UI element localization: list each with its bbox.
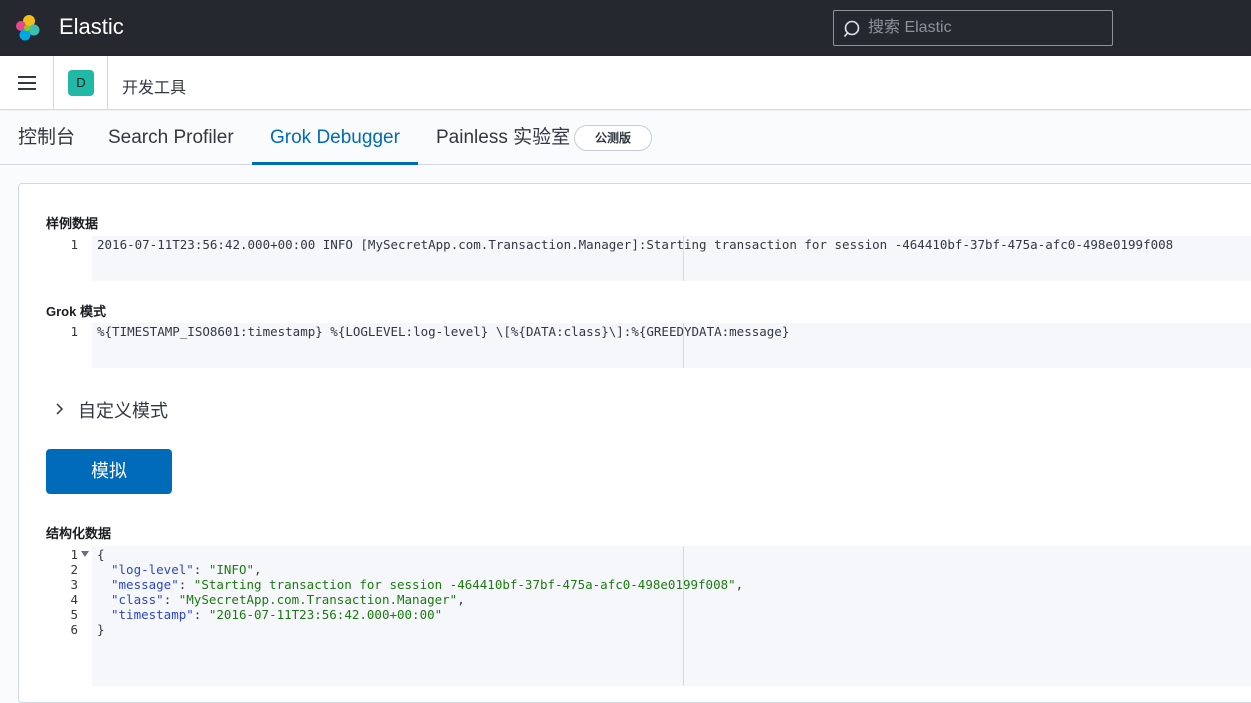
json-value: "2016-07-11T23:56:42.000+00:00": [208, 607, 443, 622]
structured-data-label: 结构化数据: [46, 526, 112, 541]
search-icon: [843, 20, 860, 38]
json-field-row: "message": "Starting transaction for ses…: [111, 577, 744, 592]
tab-console[interactable]: 控制台: [18, 111, 75, 165]
global-search[interactable]: [833, 10, 1113, 46]
tab-painless-lab[interactable]: Painless 实验室: [436, 111, 570, 165]
json-field-row: "class": "MySecretApp.com.Transaction.Ma…: [111, 592, 465, 607]
space-avatar: D: [68, 70, 94, 96]
hamburger-icon: [18, 82, 36, 84]
json-key: "timestamp": [111, 607, 194, 622]
chevron-right-icon: [56, 403, 64, 415]
hamburger-icon: [18, 76, 36, 78]
tab-search-profiler[interactable]: Search Profiler: [108, 111, 234, 165]
top-header: Elastic: [0, 0, 1251, 56]
json-sep: ,: [735, 577, 744, 592]
json-field-row: "timestamp": "2016-07-11T23:56:42.000+00…: [111, 607, 443, 622]
code-line: 2016-07-11T23:56:42.000+00:00 INFO [MySe…: [97, 237, 1174, 252]
fold-caret-icon[interactable]: [81, 551, 89, 557]
elastic-logo-icon[interactable]: [13, 14, 42, 43]
json-key: "class": [111, 592, 164, 607]
navbar: D 开发工具: [0, 56, 1251, 110]
json-value: "INFO": [208, 562, 255, 577]
grok-pattern-editor[interactable]: 1 %{TIMESTAMP_ISO8601:timestamp} %{LOGLE…: [46, 323, 1251, 368]
line-number: 6: [70, 622, 78, 637]
json-field-row: "log-level": "INFO",: [111, 562, 262, 577]
json-value: "MySecretApp.com.Transaction.Manager": [178, 592, 458, 607]
json-sep: ,: [254, 562, 262, 577]
json-key: "message": [111, 577, 179, 592]
print-margin: [683, 546, 684, 686]
code-line: {: [97, 547, 105, 562]
json-key: "log-level": [111, 562, 194, 577]
code-line: %{TIMESTAMP_ISO8601:timestamp} %{LOGLEVE…: [97, 324, 790, 339]
line-number: 2: [70, 562, 78, 577]
simulate-button[interactable]: 模拟: [46, 449, 172, 494]
json-value: "Starting transaction for session -46441…: [193, 577, 736, 592]
space-selector[interactable]: D: [54, 56, 108, 110]
code-line: }: [97, 622, 105, 637]
grok-pattern-label: Grok 模式: [46, 304, 106, 319]
editor-gutter: 1 2 3 4 5 6: [46, 546, 92, 686]
structured-data-editor: 1 2 3 4 5 6 { "log-level": "INFO", "mess…: [46, 546, 1251, 686]
hamburger-icon: [18, 88, 36, 90]
dev-tools-tabs: 控制台 Search Profiler Grok Debugger Painle…: [0, 111, 1251, 165]
search-input[interactable]: [868, 11, 1108, 45]
sample-data-editor[interactable]: 1 2016-07-11T23:56:42.000+00:00 INFO [My…: [46, 236, 1251, 281]
line-number: 3: [70, 577, 78, 592]
sample-data-label: 样例数据: [46, 216, 99, 231]
line-number: 5: [70, 607, 78, 622]
editor-gutter: 1: [46, 323, 92, 368]
beta-badge: 公测版: [574, 125, 652, 151]
line-number: 1: [70, 237, 78, 252]
active-tab-indicator: [252, 162, 418, 165]
json-sep: ,: [457, 592, 465, 607]
line-number: 4: [70, 592, 78, 607]
line-number: 1: [70, 547, 78, 562]
line-number: 1: [70, 324, 78, 339]
tab-grok-debugger[interactable]: Grok Debugger: [270, 111, 400, 165]
custom-patterns-label: 自定义模式: [78, 401, 168, 421]
breadcrumb: 开发工具: [122, 80, 187, 97]
menu-button[interactable]: [0, 56, 54, 110]
brand-name[interactable]: Elastic: [59, 14, 124, 40]
editor-gutter: 1: [46, 236, 92, 281]
